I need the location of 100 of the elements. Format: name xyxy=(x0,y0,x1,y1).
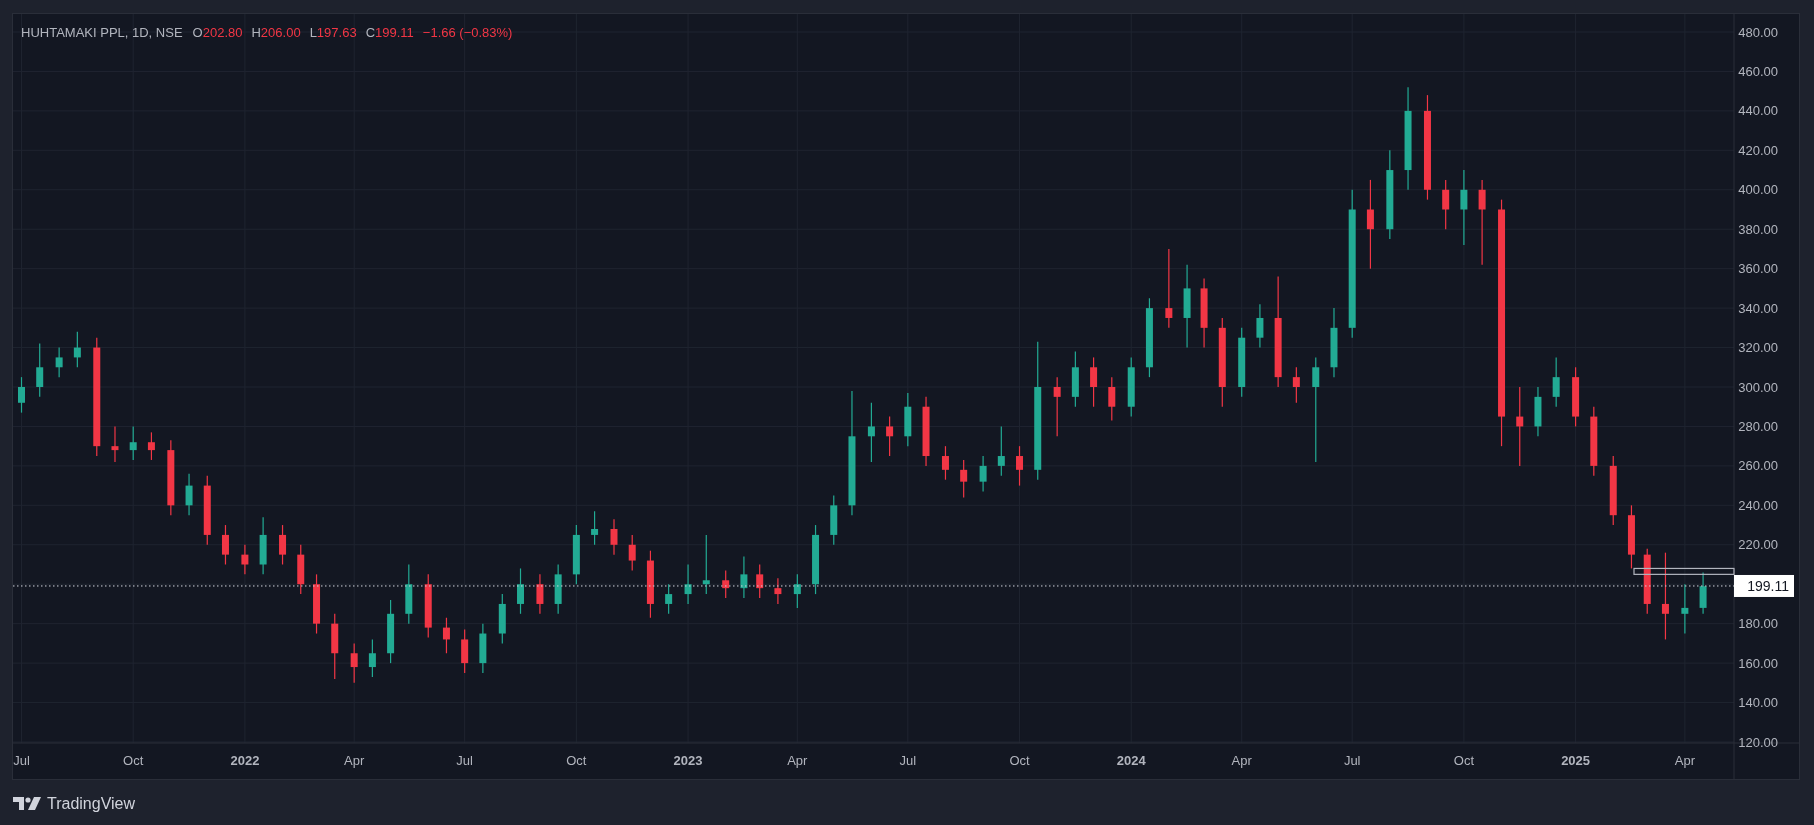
candle xyxy=(18,376,25,414)
candle xyxy=(368,638,376,678)
ohlc-value: H206.00 xyxy=(251,24,301,42)
price-axis-label: 300.00 xyxy=(1738,379,1778,395)
candle xyxy=(73,331,81,368)
candle xyxy=(1534,386,1542,437)
candle xyxy=(702,534,710,595)
candle xyxy=(1330,307,1338,378)
time-axis-label: Jul xyxy=(1343,753,1361,768)
candle xyxy=(1699,571,1707,615)
price-change: −1.66 (−0.83%) xyxy=(422,24,513,42)
price-axis-label: 140.00 xyxy=(1738,695,1778,711)
candle xyxy=(628,534,636,571)
ohlc-value: C199.11 xyxy=(365,24,414,42)
candle xyxy=(279,524,287,566)
candle xyxy=(756,563,764,599)
candle xyxy=(1053,376,1061,437)
price-axis-label: 400.00 xyxy=(1738,182,1778,198)
time-axis-label: 2022 xyxy=(230,753,260,768)
candle xyxy=(774,577,782,605)
candle xyxy=(55,346,63,378)
candle xyxy=(610,518,618,556)
candle xyxy=(1071,350,1079,408)
candle xyxy=(1609,455,1617,526)
candle xyxy=(740,556,748,599)
price-axis-label: 460.00 xyxy=(1738,63,1778,79)
candle xyxy=(1016,445,1023,487)
price-axis-label: 160.00 xyxy=(1738,655,1778,671)
candle xyxy=(922,396,930,467)
candle xyxy=(793,573,801,609)
candle xyxy=(442,617,450,654)
time-axis-label: 2024 xyxy=(1116,753,1146,768)
price-axis-label: 440.00 xyxy=(1738,103,1778,119)
candle xyxy=(554,563,562,615)
candle xyxy=(1127,356,1135,418)
price-axis-label: 260.00 xyxy=(1738,458,1778,474)
candle xyxy=(591,510,599,546)
candle xyxy=(111,425,119,463)
price-axis-label: 480.00 xyxy=(1738,24,1778,40)
brand-name: TradingView xyxy=(47,794,136,814)
ref-line-label: 199.11 xyxy=(1747,577,1790,594)
candle xyxy=(313,573,321,635)
candle xyxy=(812,524,820,595)
price-axis-label: 220.00 xyxy=(1738,537,1778,553)
price-axis-label: 340.00 xyxy=(1738,300,1778,316)
time-axis-label: 2025 xyxy=(1561,753,1591,768)
candle xyxy=(461,629,469,674)
candle xyxy=(572,524,580,585)
candle xyxy=(646,550,654,619)
time-axis-label: Apr xyxy=(1231,753,1252,768)
price-axis-label: 120.00 xyxy=(1738,734,1778,750)
candle xyxy=(479,623,487,674)
price-axis-label: 380.00 xyxy=(1738,221,1778,237)
candle xyxy=(498,593,506,644)
candle xyxy=(350,642,358,684)
candle xyxy=(36,343,44,398)
time-axis-label: Jul xyxy=(456,753,473,768)
time-axis-label: Jul xyxy=(899,753,917,768)
candle xyxy=(886,415,894,457)
candle xyxy=(424,573,432,639)
candle xyxy=(1552,356,1560,408)
symbol-title: HUHTAMAKI PPL, 1D, NSE xyxy=(21,24,183,42)
candle xyxy=(665,583,673,615)
candle xyxy=(405,563,413,625)
candle xyxy=(830,494,838,546)
candle xyxy=(536,573,544,615)
candle xyxy=(203,475,211,546)
candle xyxy=(1442,179,1450,230)
candle xyxy=(1292,366,1300,404)
candle xyxy=(259,516,267,575)
price-axis-label: 420.00 xyxy=(1738,142,1778,158)
time-axis-label: Oct xyxy=(123,753,144,768)
candle xyxy=(867,402,875,463)
candle xyxy=(387,599,395,664)
price-axis-label: 180.00 xyxy=(1738,616,1778,632)
candle xyxy=(960,459,968,499)
candle xyxy=(517,567,524,615)
candle xyxy=(185,473,193,516)
time-axis-label: Oct xyxy=(1009,753,1030,768)
logo-icon xyxy=(13,797,41,811)
time-axis-label: Jul xyxy=(13,753,30,768)
price-axis-label: 360.00 xyxy=(1738,261,1778,277)
candle xyxy=(1256,303,1264,349)
candle xyxy=(979,455,987,493)
candle xyxy=(297,544,305,595)
time-axis-label: Oct xyxy=(1453,753,1474,768)
price-axis-label: 240.00 xyxy=(1738,497,1778,513)
candle xyxy=(1108,376,1116,422)
candle xyxy=(241,544,249,575)
candle xyxy=(997,425,1005,477)
candle xyxy=(1238,327,1246,398)
candle xyxy=(722,569,730,599)
candle xyxy=(147,431,155,461)
candle xyxy=(941,445,949,481)
price-axis-label: 320.00 xyxy=(1738,340,1778,356)
ohlc-value: O202.80 xyxy=(192,24,243,42)
candle xyxy=(1643,548,1651,615)
candle xyxy=(331,613,339,680)
candle xyxy=(1572,366,1580,428)
time-axis-label: Oct xyxy=(566,753,587,768)
